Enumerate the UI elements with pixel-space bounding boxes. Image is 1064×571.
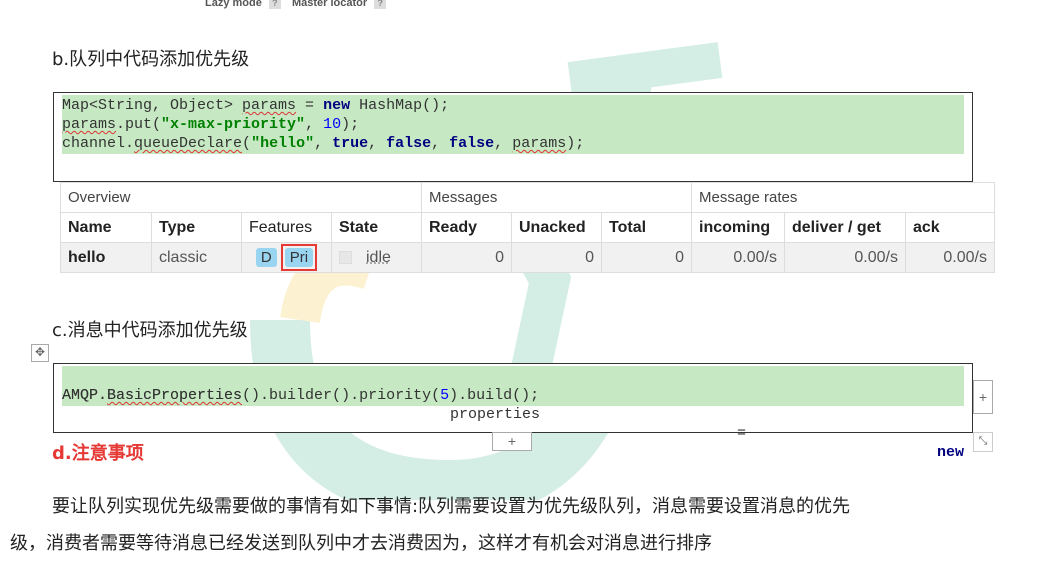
queue-features: D Pri <box>241 242 332 273</box>
state-indicator-icon <box>339 250 352 264</box>
col-incoming[interactable]: incoming <box>691 212 785 243</box>
code-block-queue[interactable]: Map<String, Object> params = new HashMap… <box>53 92 973 182</box>
feature-durable-tag: D <box>255 248 277 267</box>
queue-name-link[interactable]: hello <box>60 242 152 273</box>
col-features[interactable]: Features <box>241 212 332 243</box>
ready-count: 0 <box>421 242 512 273</box>
col-total[interactable]: Total <box>601 212 692 243</box>
help-icon[interactable]: ? <box>268 0 281 9</box>
col-ready[interactable]: Ready <box>421 212 512 243</box>
notes-paragraph-line-1: 要让队列实现优先级需要做的事情有如下事情:队列需要设置为优先级队列，消息需要设置… <box>52 496 851 517</box>
code-line-2: params.put("x-max-priority", 10); <box>62 116 360 133</box>
queue-type: classic <box>151 242 242 273</box>
total-count: 0 <box>601 242 692 273</box>
code-line-3: channel.queueDeclare("hello", true, fals… <box>62 135 585 152</box>
col-deliver-get[interactable]: deliver / get <box>784 212 906 243</box>
add-row-button[interactable]: + <box>492 432 532 451</box>
lazy-mode-label: Lazy mode <box>205 0 262 9</box>
incoming-rate: 0.00/s <box>691 242 785 273</box>
notes-paragraph-line-2: 级，消费者需要等待消息已经发送到队列中才去消费因为，这样才有机会对消息进行排序 <box>10 533 712 554</box>
resize-handle-icon[interactable]: ⤡ <box>973 432 993 452</box>
group-messages: Messages <box>421 182 692 213</box>
col-state[interactable]: State <box>331 212 422 243</box>
help-icon[interactable]: ? <box>374 0 387 9</box>
feature-priority-tag: Pri <box>284 248 314 267</box>
col-type[interactable]: Type <box>151 212 242 243</box>
group-overview: Overview <box>60 182 422 213</box>
deliver-get-rate: 0.00/s <box>784 242 906 273</box>
queue-table: Overview Messages Message rates Name Typ… <box>60 182 995 273</box>
section-d-heading: d.注意事项 <box>52 443 144 464</box>
col-ack[interactable]: ack <box>905 212 995 243</box>
code-block-message[interactable]: AMQP.BasicProperties properties = new AM… <box>53 363 973 461</box>
code-line-4: AMQP.BasicProperties properties = new <box>62 387 964 461</box>
priority-highlight-box: Pri <box>280 244 318 271</box>
master-locator-label: Master locator <box>291 0 368 9</box>
col-name[interactable]: Name <box>60 212 152 243</box>
table-row[interactable]: hello classic D Pri idle 0 0 0 0.00/s 0.0… <box>60 242 995 273</box>
section-c-heading: c.消息中代码添加优先级 <box>52 320 248 341</box>
queue-state: idle <box>331 242 422 273</box>
col-unacked[interactable]: Unacked <box>511 212 602 243</box>
section-b-heading: b.队列中代码添加优先级 <box>52 49 250 70</box>
code-line-1: Map<String, Object> params = new HashMap… <box>62 97 450 114</box>
add-column-button[interactable]: + <box>973 380 993 414</box>
unacked-count: 0 <box>511 242 602 273</box>
ack-rate: 0.00/s <box>905 242 995 273</box>
top-strip: Lazy mode ? Master locator ? <box>205 0 394 9</box>
move-handle-icon[interactable]: ✥ <box>31 344 49 362</box>
group-message-rates: Message rates <box>691 182 995 213</box>
